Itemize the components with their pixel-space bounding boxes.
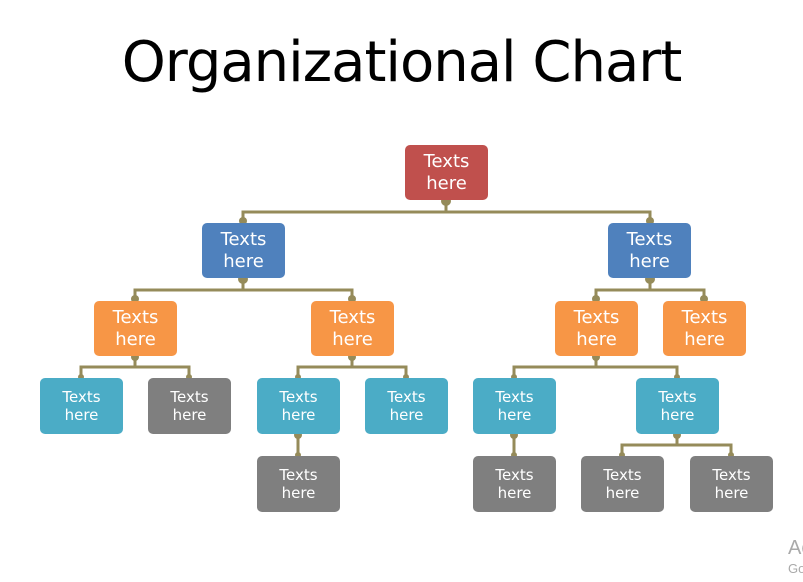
node-label: Texts	[712, 466, 751, 484]
node-label: Texts	[681, 306, 728, 328]
node-label: here	[172, 406, 207, 424]
node-level2-b[interactable]: Texts here	[311, 301, 394, 356]
node-level1-left[interactable]: Texts here	[202, 223, 285, 278]
node-level3-b1[interactable]: Texts here	[257, 378, 340, 434]
node-label: here	[684, 328, 725, 350]
node-label: Texts	[387, 388, 426, 406]
node-label: Texts	[279, 466, 318, 484]
node-level3-c2[interactable]: Texts here	[636, 378, 719, 434]
node-root[interactable]: Texts here	[405, 145, 488, 200]
node-label: here	[497, 406, 532, 424]
node-label: Texts	[62, 388, 101, 406]
node-level3-b2[interactable]: Texts here	[365, 378, 448, 434]
watermark-line2: Go	[788, 561, 803, 576]
node-level3-a2[interactable]: Texts here	[148, 378, 231, 434]
node-label: here	[605, 484, 640, 502]
node-label: here	[660, 406, 695, 424]
node-level4-c2b[interactable]: Texts here	[690, 456, 773, 512]
node-label: Texts	[626, 228, 673, 250]
node-label: here	[426, 172, 467, 194]
node-label: here	[497, 484, 532, 502]
node-label: here	[629, 250, 670, 272]
activation-watermark: Ac Go	[788, 538, 803, 575]
node-label: here	[281, 406, 316, 424]
node-label: Texts	[658, 388, 697, 406]
node-label: here	[281, 484, 316, 502]
node-label: Texts	[423, 150, 470, 172]
node-label: here	[332, 328, 373, 350]
node-label: here	[714, 484, 749, 502]
node-level2-a[interactable]: Texts here	[94, 301, 177, 356]
node-label: here	[576, 328, 617, 350]
node-level3-c1[interactable]: Texts here	[473, 378, 556, 434]
node-level2-c[interactable]: Texts here	[555, 301, 638, 356]
node-label: Texts	[112, 306, 159, 328]
node-label: Texts	[603, 466, 642, 484]
node-level2-d[interactable]: Texts here	[663, 301, 746, 356]
node-label: here	[115, 328, 156, 350]
node-label: Texts	[329, 306, 376, 328]
connector-lines	[78, 196, 734, 458]
node-label: here	[64, 406, 99, 424]
node-label: Texts	[220, 228, 267, 250]
node-level3-a1[interactable]: Texts here	[40, 378, 123, 434]
node-label: here	[389, 406, 424, 424]
node-label: Texts	[279, 388, 318, 406]
node-label: Texts	[170, 388, 209, 406]
node-label: Texts	[495, 466, 534, 484]
node-label: Texts	[573, 306, 620, 328]
watermark-line1: Ac	[788, 537, 803, 559]
node-level4-c2a[interactable]: Texts here	[581, 456, 664, 512]
node-label: here	[223, 250, 264, 272]
node-level1-right[interactable]: Texts here	[608, 223, 691, 278]
node-label: Texts	[495, 388, 534, 406]
node-level4-c1[interactable]: Texts here	[473, 456, 556, 512]
node-level4-b1[interactable]: Texts here	[257, 456, 340, 512]
